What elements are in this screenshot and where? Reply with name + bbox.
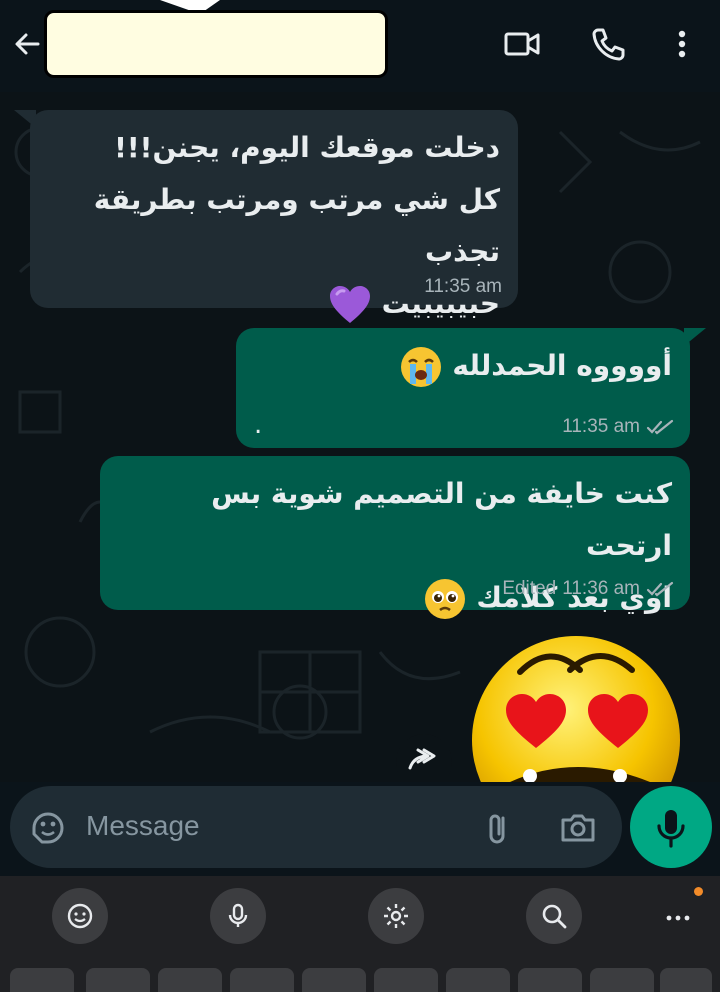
keyboard-keys-row — [0, 952, 720, 992]
attach-icon[interactable] — [476, 806, 520, 850]
emoji-icon — [67, 903, 93, 929]
message-placeholder: Message — [86, 810, 200, 841]
double-check-read-icon — [646, 419, 674, 435]
purple-heart-icon — [329, 286, 370, 323]
more-horizontal-icon — [666, 915, 690, 921]
video-call-icon[interactable] — [500, 22, 544, 66]
notification-dot — [694, 887, 703, 896]
keyboard-toolbar — [0, 876, 720, 952]
message-text-dot: . — [254, 410, 263, 440]
keyboard-key[interactable] — [446, 968, 510, 992]
contact-name-redacted[interactable] — [44, 10, 388, 78]
composer-bar: Message — [0, 782, 720, 876]
mic-icon — [657, 810, 685, 848]
chat-header — [0, 0, 720, 92]
keyboard-key[interactable] — [518, 968, 582, 992]
keyboard-settings-button[interactable] — [368, 888, 424, 944]
pleading-face-icon — [424, 579, 465, 619]
message-time: 11:35 am — [562, 416, 640, 437]
search-icon — [542, 904, 567, 929]
heart-eyes-emoji-sticker[interactable] — [470, 632, 682, 782]
keyboard-key[interactable] — [158, 968, 222, 992]
sticker-icon[interactable] — [26, 806, 70, 850]
keyboard-key[interactable] — [660, 968, 712, 992]
loudly-crying-face-icon — [400, 347, 441, 387]
message-time: 11:35 am — [424, 276, 502, 297]
keyboard-key[interactable] — [230, 968, 294, 992]
message-input[interactable]: Message — [10, 786, 622, 868]
message-meta: 11:35 am — [424, 276, 502, 298]
back-arrow-icon[interactable] — [8, 24, 48, 64]
camera-icon[interactable] — [556, 806, 600, 850]
message-text: دخلت موقعك اليوم، يجنن!!! كل شي مرتب ومر… — [48, 122, 500, 330]
voice-record-button[interactable] — [630, 786, 712, 868]
keyboard-more-button[interactable] — [650, 888, 706, 944]
keyboard-key[interactable] — [590, 968, 654, 992]
message-bubble-outgoing[interactable]: أووووه الحمدلله . 11:35 am — [236, 328, 690, 448]
mic-icon — [228, 903, 248, 927]
chat-screen: دخلت موقعك اليوم، يجنن!!! كل شي مرتب ومر… — [0, 0, 720, 992]
keyboard-key[interactable] — [374, 968, 438, 992]
keyboard-voice-button[interactable] — [210, 888, 266, 944]
message-bubble-outgoing[interactable]: كنت خايفة من التصميم شوية بس ارتحت اوي ب… — [100, 456, 690, 619]
double-check-read-icon — [646, 581, 674, 597]
keyboard-key[interactable] — [86, 968, 150, 992]
keyboard-emoji-button[interactable] — [52, 888, 108, 944]
forward-icon — [408, 748, 436, 770]
settings-icon — [384, 904, 408, 928]
more-vertical-icon[interactable] — [660, 22, 704, 66]
message-bubble-incoming[interactable]: دخلت موقعك اليوم، يجنن!!! كل شي مرتب ومر… — [30, 110, 518, 323]
message-meta: 11:35 am — [562, 416, 674, 438]
message-meta: Edited 11:36 am — [502, 578, 674, 600]
message-list[interactable]: دخلت موقعك اليوم، يجنن!!! كل شي مرتب ومر… — [0, 92, 720, 782]
message-text: كنت خايفة من التصميم شوية بس ارتحت اوي ب… — [118, 468, 672, 624]
phone-call-icon[interactable] — [586, 22, 630, 66]
keyboard-key[interactable] — [302, 968, 366, 992]
message-text: أووووه الحمدلله — [254, 340, 672, 392]
message-time: 11:36 am — [562, 578, 640, 599]
keyboard-search-button[interactable] — [526, 888, 582, 944]
edited-label: Edited — [502, 578, 557, 599]
forward-button[interactable] — [396, 734, 452, 782]
keyboard-key[interactable] — [10, 968, 74, 992]
